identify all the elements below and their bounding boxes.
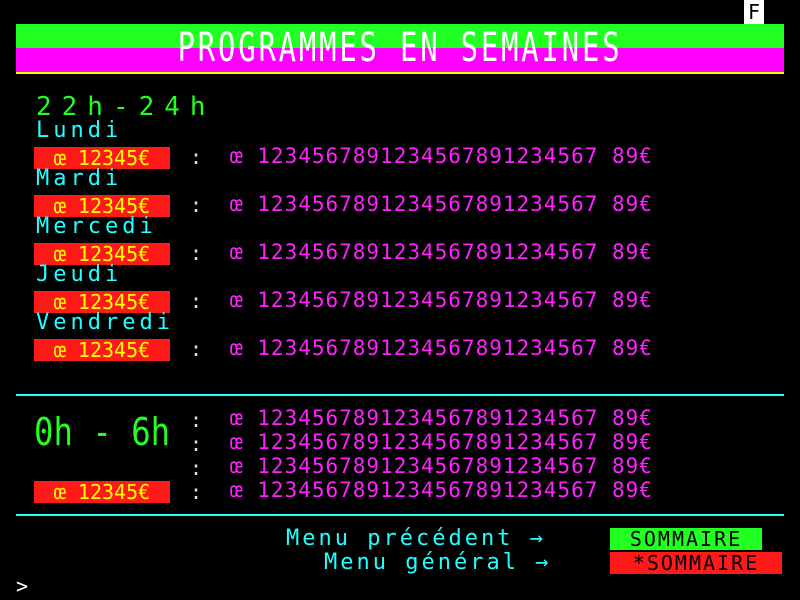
program-code[interactable]: œ 1234567891234567891234567 89€ <box>230 336 653 360</box>
day-label-vendredi: Vendredi <box>36 310 174 335</box>
program-code[interactable]: œ 1234567891234567891234567 89€ <box>230 430 653 454</box>
input-prompt[interactable]: > <box>16 574 28 598</box>
page-title: PROGRAMMES EN SEMAINES <box>177 25 623 71</box>
separator: : <box>190 193 203 217</box>
separator: : <box>190 456 203 480</box>
program-code[interactable]: œ 1234567891234567891234567 89€ <box>230 192 653 216</box>
program-code[interactable]: œ 1234567891234567891234567 89€ <box>230 406 653 430</box>
page-indicator: F <box>744 0 764 24</box>
day-label-mardi: Mardi <box>36 166 123 191</box>
day-label-mercedi: Mercedi <box>36 214 157 239</box>
menu-previous-label: Menu précédent → <box>286 526 546 551</box>
sommaire-button[interactable]: SOMMAIRE <box>610 528 762 550</box>
separator: : <box>190 241 203 265</box>
separator: : <box>190 289 203 313</box>
separator: : <box>190 337 203 361</box>
program-code[interactable]: œ 1234567891234567891234567 89€ <box>230 288 653 312</box>
section-divider <box>16 394 784 396</box>
program-code[interactable]: œ 1234567891234567891234567 89€ <box>230 240 653 264</box>
title-divider <box>16 72 784 74</box>
menu-general-label: Menu général → <box>324 550 552 575</box>
day-label-jeudi: Jeudi <box>36 262 123 287</box>
program-code[interactable]: œ 1234567891234567891234567 89€ <box>230 454 653 478</box>
channel-badge[interactable]: œ 12345€ <box>34 481 170 503</box>
day-label-lundi: Lundi <box>36 118 123 143</box>
program-code[interactable]: œ 1234567891234567891234567 89€ <box>230 144 653 168</box>
separator: : <box>190 432 203 456</box>
star-sommaire-button[interactable]: *SOMMAIRE <box>610 552 782 574</box>
separator: : <box>190 480 203 504</box>
separator: : <box>190 145 203 169</box>
time-slot-0-6: 0h - 6h <box>34 410 171 454</box>
separator: : <box>190 408 203 432</box>
program-code[interactable]: œ 1234567891234567891234567 89€ <box>230 478 653 502</box>
section-divider <box>16 514 784 516</box>
channel-badge[interactable]: œ 12345€ <box>34 339 170 361</box>
